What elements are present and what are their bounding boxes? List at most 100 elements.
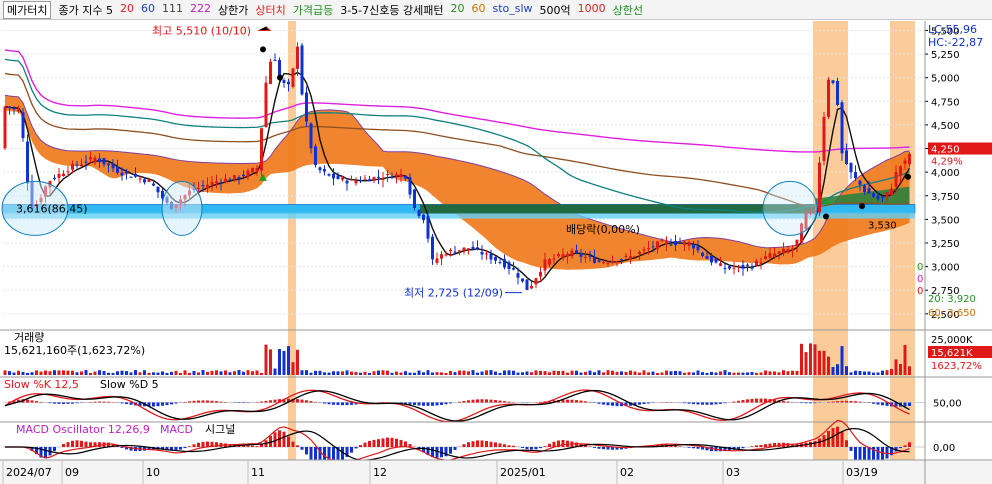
volume-bar [849, 372, 853, 375]
legend-item[interactable]: 3-5-7신호등 강세패턴 [340, 2, 443, 18]
signal-dot [905, 173, 911, 180]
stochastic-histogram-bar [30, 400, 34, 403]
macd-histogram-bar [903, 445, 907, 447]
candle-body [449, 249, 452, 252]
macd-histogram-bar [246, 445, 250, 447]
candle-body [444, 254, 448, 256]
volume-bar [732, 372, 736, 375]
candle-body [453, 251, 457, 253]
stochastic-histogram-bar [210, 400, 214, 403]
stochastic-histogram-bar [426, 402, 430, 406]
legend-item[interactable]: 상한선 [613, 2, 643, 18]
volume-bar [251, 371, 254, 375]
volume-bar [327, 372, 331, 375]
volume-bar [561, 370, 565, 375]
volume-bar [228, 372, 232, 375]
chart-canvas[interactable]: 최고 5,510 (10/10) 최저 2,725 (12/09) 3,616(86… [0, 0, 992, 484]
volume-bar [291, 362, 295, 375]
macd-histogram-bar [66, 442, 70, 447]
legend-item[interactable]: 1000 [578, 2, 606, 18]
candle-body [741, 265, 745, 269]
volume-bar [453, 372, 457, 375]
candle-body [908, 153, 911, 165]
stochastic-histogram-bar [872, 402, 875, 404]
candle-body [201, 185, 205, 187]
legend-item[interactable]: 종가 지수 5 [58, 2, 112, 18]
candle-body [786, 249, 790, 253]
volume-bar [822, 350, 826, 375]
stochastic-histogram-bar [170, 402, 173, 405]
stochastic-histogram-bar [566, 399, 569, 403]
stochastic-histogram-bar [57, 402, 61, 404]
volume-bar [485, 370, 488, 375]
legend-item[interactable]: 500억 [540, 2, 571, 18]
price-tick-label: 3,000 [931, 263, 960, 274]
candle-body [300, 45, 304, 95]
macd-histogram-bar [503, 444, 506, 447]
legend-item[interactable]: 20 [120, 2, 134, 18]
legend-item[interactable]: 상터치 [255, 2, 285, 18]
candle-body [768, 253, 772, 258]
stochastic-histogram-bar [309, 401, 313, 403]
volume-bar [525, 371, 529, 375]
volume-bar [831, 367, 835, 375]
legend-item[interactable]: 60 [471, 2, 485, 18]
macd-histogram-bar [395, 438, 398, 447]
legend-item[interactable]: 20 [450, 2, 464, 18]
macd-histogram-bar [192, 444, 196, 447]
stochastic-histogram-bar [93, 401, 97, 403]
legend-item[interactable]: 111 [162, 2, 183, 18]
candle-body [858, 180, 862, 185]
macd-histogram-bar [507, 445, 511, 447]
candle-body [71, 163, 74, 170]
stochastic-histogram-bar [120, 402, 124, 404]
macd-histogram-bar [530, 447, 533, 450]
volume-bar [386, 370, 389, 375]
stochastic-d-label: Slow %D 5 [100, 378, 159, 391]
stochastic-histogram-bar [174, 402, 178, 404]
candle-body [282, 80, 286, 83]
candle-body [458, 250, 461, 252]
candle-body [606, 262, 610, 264]
volume-bar [692, 372, 695, 375]
macd-histogram-bar [71, 440, 74, 447]
legend-item[interactable]: sto_slw [492, 2, 532, 18]
legend-item[interactable]: 상한가 [218, 2, 248, 18]
volume-bar [71, 370, 74, 375]
volume-bar [881, 370, 884, 375]
symbol-name-field[interactable]: 메가터치 [3, 0, 52, 19]
macd-histogram-bar [750, 446, 754, 447]
stochastic-histogram-bar [854, 401, 857, 403]
stochastic-histogram-bar [242, 402, 245, 404]
macd-histogram-bar [606, 447, 610, 450]
candle-body [701, 252, 704, 256]
volume-bar [219, 371, 223, 375]
volume-bar [737, 372, 740, 375]
candle-body [224, 178, 227, 183]
legend-item[interactable]: 222 [190, 2, 211, 18]
legend-item[interactable]: 가격급등 [293, 2, 333, 18]
candle-body [242, 174, 245, 177]
stochastic-histogram-bar [107, 401, 110, 403]
macd-histogram-bar [354, 447, 358, 449]
macd-histogram-bar [512, 445, 515, 447]
candle-body [494, 256, 497, 261]
candle-body [660, 240, 664, 242]
candle-body [516, 273, 520, 278]
stochastic-histogram-bar [98, 401, 101, 403]
candle-body [710, 255, 713, 263]
stochastic-histogram-bar [435, 402, 439, 406]
candle-body [543, 259, 547, 271]
stochastic-histogram-bar [476, 399, 479, 403]
stochastic-histogram-bar [264, 400, 268, 403]
legend-item[interactable]: 60 [141, 2, 155, 18]
volume-bar [867, 371, 871, 375]
volume-bar [746, 372, 749, 375]
volume-bar [390, 372, 394, 375]
stochastic-histogram-bar [579, 400, 583, 403]
candle-body [233, 175, 236, 179]
candle-body [525, 279, 529, 290]
macd-histogram-bar [368, 440, 371, 447]
volume-bar [282, 350, 286, 375]
volume-bar [687, 372, 691, 375]
